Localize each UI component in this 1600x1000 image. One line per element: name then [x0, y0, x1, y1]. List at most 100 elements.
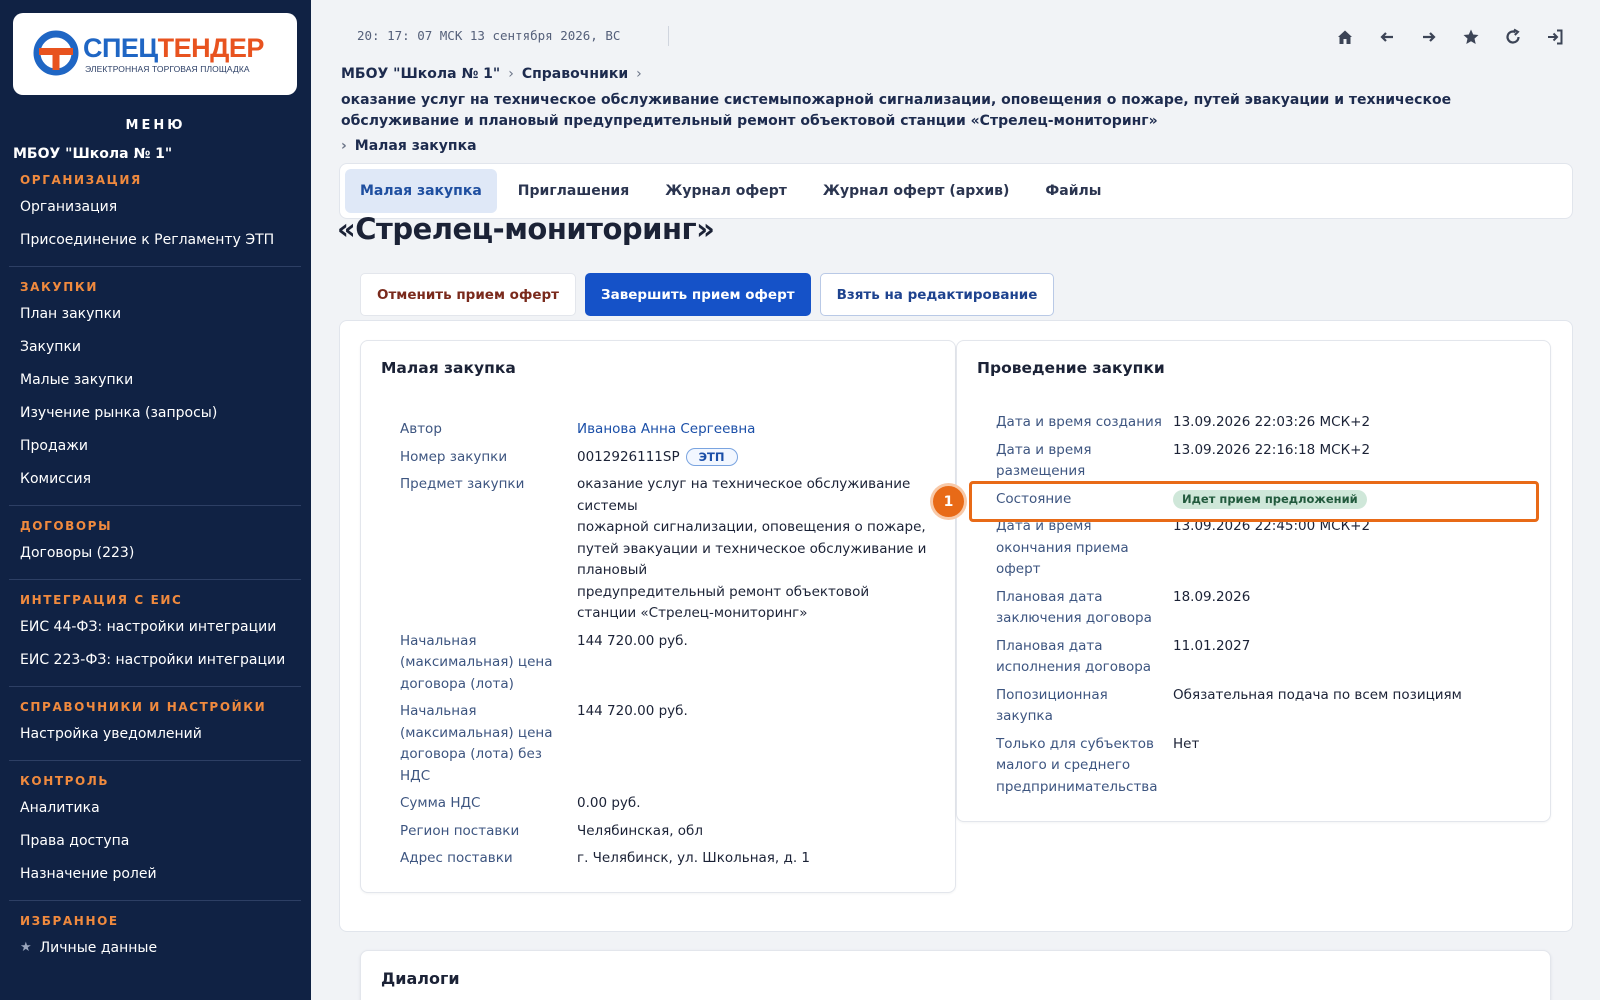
sidebar-item-label: Настройка уведомлений	[20, 725, 202, 742]
tab-files[interactable]: Файлы	[1030, 169, 1116, 213]
take-for-editing-button[interactable]: Взять на редактирование	[819, 273, 1055, 316]
sidebar: СПЕЦТЕНДЕР ЭЛЕКТРОННАЯ ТОРГОВАЯ ПЛОЩАДКА…	[0, 0, 311, 1000]
detail-row: Сумма НДС 0.00 руб.	[400, 793, 940, 815]
detail-row: Плановая дата исполнения договора 11.01.…	[996, 636, 1536, 679]
detail-label: Дата и время размещения	[996, 441, 1092, 480]
detail-label: Предмет закупки	[400, 476, 525, 492]
sidebar-divider	[9, 505, 301, 506]
sidebar-item[interactable]: Организация	[20, 190, 311, 223]
menu-title: МЕНЮ	[125, 118, 186, 133]
logo-subtitle: ЭЛЕКТРОННАЯ ТОРГОВАЯ ПЛОЩАДКА	[85, 64, 250, 74]
sidebar-item-label: Изучение рынка (запросы)	[20, 404, 218, 421]
detail-label: Попозиционная закупка	[996, 686, 1108, 725]
detail-value: 0.00 руб.	[577, 795, 641, 811]
finish-offers-button[interactable]: Завершить прием оферт	[585, 273, 811, 316]
sidebar-item[interactable]: Изучение рынка (запросы)	[20, 396, 311, 429]
purchase-subject: оказание услуг на техническое обслуживан…	[577, 476, 927, 621]
procurement-conduct-details: Дата и время создания 13.09.2026 22:03:2…	[996, 412, 1536, 804]
arrow-right-icon[interactable]	[1418, 26, 1440, 48]
purchase-number: 0012926111SP	[577, 448, 680, 465]
panel-title: Малая закупка	[381, 359, 516, 377]
breadcrumb-separator: ›	[508, 66, 514, 82]
sidebar-item[interactable]: Комиссия	[20, 462, 311, 495]
clock: 20: 17: 07 МСК 13 сентября 2026, ВС	[357, 28, 621, 43]
detail-row: Адрес поставки г. Челябинск, ул. Школьна…	[400, 848, 940, 870]
breadcrumb-separator: ›	[636, 66, 642, 82]
sidebar-item[interactable]: Малые закупки	[20, 363, 311, 396]
breadcrumb-org[interactable]: МБОУ "Школа № 1"	[341, 64, 500, 85]
breadcrumb-directories[interactable]: Справочники	[522, 64, 628, 85]
detail-value: 144 720.00 руб.	[577, 703, 688, 719]
sidebar-item-label: Организация	[20, 198, 118, 215]
logo[interactable]: СПЕЦТЕНДЕР ЭЛЕКТРОННАЯ ТОРГОВАЯ ПЛОЩАДКА	[13, 13, 297, 95]
sidebar-section-header: СПРАВОЧНИКИ И НАСТРОЙКИ	[20, 700, 267, 714]
sidebar-item[interactable]: План закупки	[20, 297, 311, 330]
author-link[interactable]: Иванова Анна Сергеевна	[577, 421, 755, 437]
breadcrumb-current: Малая закупка	[354, 138, 477, 154]
detail-value: 13.09.2026 22:45:00 МСК+2	[1173, 518, 1371, 534]
header-divider	[668, 26, 669, 46]
detail-row: Номер закупки 0012926111SP ЭТП	[400, 447, 940, 469]
star-icon: ★	[20, 940, 32, 955]
detail-label: Только для субъектов малого и среднего п…	[996, 735, 1158, 795]
sidebar-item[interactable]: Настройка уведомлений	[20, 717, 311, 750]
breadcrumb-procurement[interactable]: оказание услуг на техническое обслуживан…	[341, 90, 1571, 132]
small-purchase-panel: Малая закупка Автор Иванова Анна Сергеев…	[360, 340, 956, 893]
sidebar-item-label: Продажи	[20, 437, 88, 454]
sidebar-item[interactable]: Назначение ролей	[20, 857, 311, 890]
detail-value: Челябинская, обл	[577, 822, 704, 839]
detail-value: 144 720.00 руб.	[577, 632, 688, 649]
page-title: «Стрелец-мониторинг»	[337, 212, 715, 246]
sidebar-item-label: Аналитика	[20, 799, 100, 816]
arrow-left-icon[interactable]	[1376, 26, 1398, 48]
sidebar-item-label: Комиссия	[20, 470, 92, 487]
detail-row: Дата и время создания 13.09.2026 22:03:2…	[996, 412, 1536, 434]
sidebar-item[interactable]: Договоры (223)	[20, 536, 311, 569]
sidebar-nav: ОРГАНИЗАЦИЯ Организация Присоединение к Ре…	[0, 166, 311, 964]
sidebar-item[interactable]: ЕИС 44-ФЗ: настройки интеграции	[20, 610, 311, 643]
logout-icon[interactable]	[1544, 26, 1566, 48]
detail-value: 18.09.2026	[1173, 588, 1251, 605]
sidebar-item[interactable]: Продажи	[20, 429, 311, 462]
detail-label: Регион поставки	[400, 822, 520, 839]
home-icon[interactable]	[1334, 26, 1356, 48]
detail-value: г. Челябинск, ул. Школьная, д. 1	[577, 850, 811, 866]
sidebar-item-label: Малые закупки	[20, 371, 134, 388]
sidebar-item[interactable]: Закупки	[20, 330, 311, 363]
detail-row-status: Состояние Идет прием предложений	[996, 489, 1536, 511]
sidebar-item-label: План закупки	[20, 305, 122, 322]
sidebar-item[interactable]: Аналитика	[20, 791, 311, 824]
sidebar-divider	[9, 900, 301, 901]
tab-invitations[interactable]: Приглашения	[503, 169, 644, 213]
refresh-icon[interactable]	[1502, 26, 1524, 48]
sidebar-section: КОНТРОЛЬ Аналитика Права доступа Назначение…	[0, 771, 311, 890]
sidebar-item[interactable]: Присоединение к Регламенту ЭТП	[20, 223, 311, 256]
detail-label: Сумма НДС	[400, 795, 481, 811]
tab-offers-archive[interactable]: Журнал оферт (архив)	[808, 169, 1025, 213]
sidebar-section-header: ЗАКУПКИ	[20, 280, 98, 294]
sidebar-item[interactable]: ЕИС 223-ФЗ: настройки интеграции	[20, 643, 311, 676]
tab-small-purchase[interactable]: Малая закупка	[345, 169, 497, 213]
sidebar-section: ДОГОВОРЫ Договоры (223)	[0, 516, 311, 569]
detail-label: Адрес поставки	[400, 850, 513, 866]
detail-value: 13.09.2026 22:03:26 МСК+2	[1173, 414, 1371, 430]
dialogs-title: Диалоги	[381, 969, 460, 988]
detail-label: Плановая дата исполнения договора	[996, 637, 1152, 676]
sidebar-section-header: ДОГОВОРЫ	[20, 519, 113, 533]
tab-offers-log[interactable]: Журнал оферт	[650, 169, 802, 213]
procurement-conduct-panel: Проведение закупки Дата и время создания…	[956, 340, 1551, 822]
sidebar-item[interactable]: Права доступа	[20, 824, 311, 857]
dialogs-panel: Диалоги	[360, 950, 1551, 1000]
sidebar-divider	[9, 760, 301, 761]
detail-value: Нет	[1173, 735, 1200, 752]
star-icon[interactable]	[1460, 26, 1482, 48]
sidebar-section-header: КОНТРОЛЬ	[20, 774, 110, 788]
sidebar-divider	[9, 266, 301, 267]
detail-label: Дата и время создания	[996, 414, 1162, 430]
sidebar-divider	[9, 579, 301, 580]
cancel-offers-button[interactable]: Отменить прием оферт	[360, 273, 576, 316]
sidebar-section-header: ОРГАНИЗАЦИЯ	[20, 173, 142, 187]
sidebar-item[interactable]: ★ Личные данные	[20, 931, 311, 964]
sidebar-item-label: Личные данные	[39, 939, 158, 956]
detail-label: Плановая дата заключения договора	[996, 588, 1152, 627]
